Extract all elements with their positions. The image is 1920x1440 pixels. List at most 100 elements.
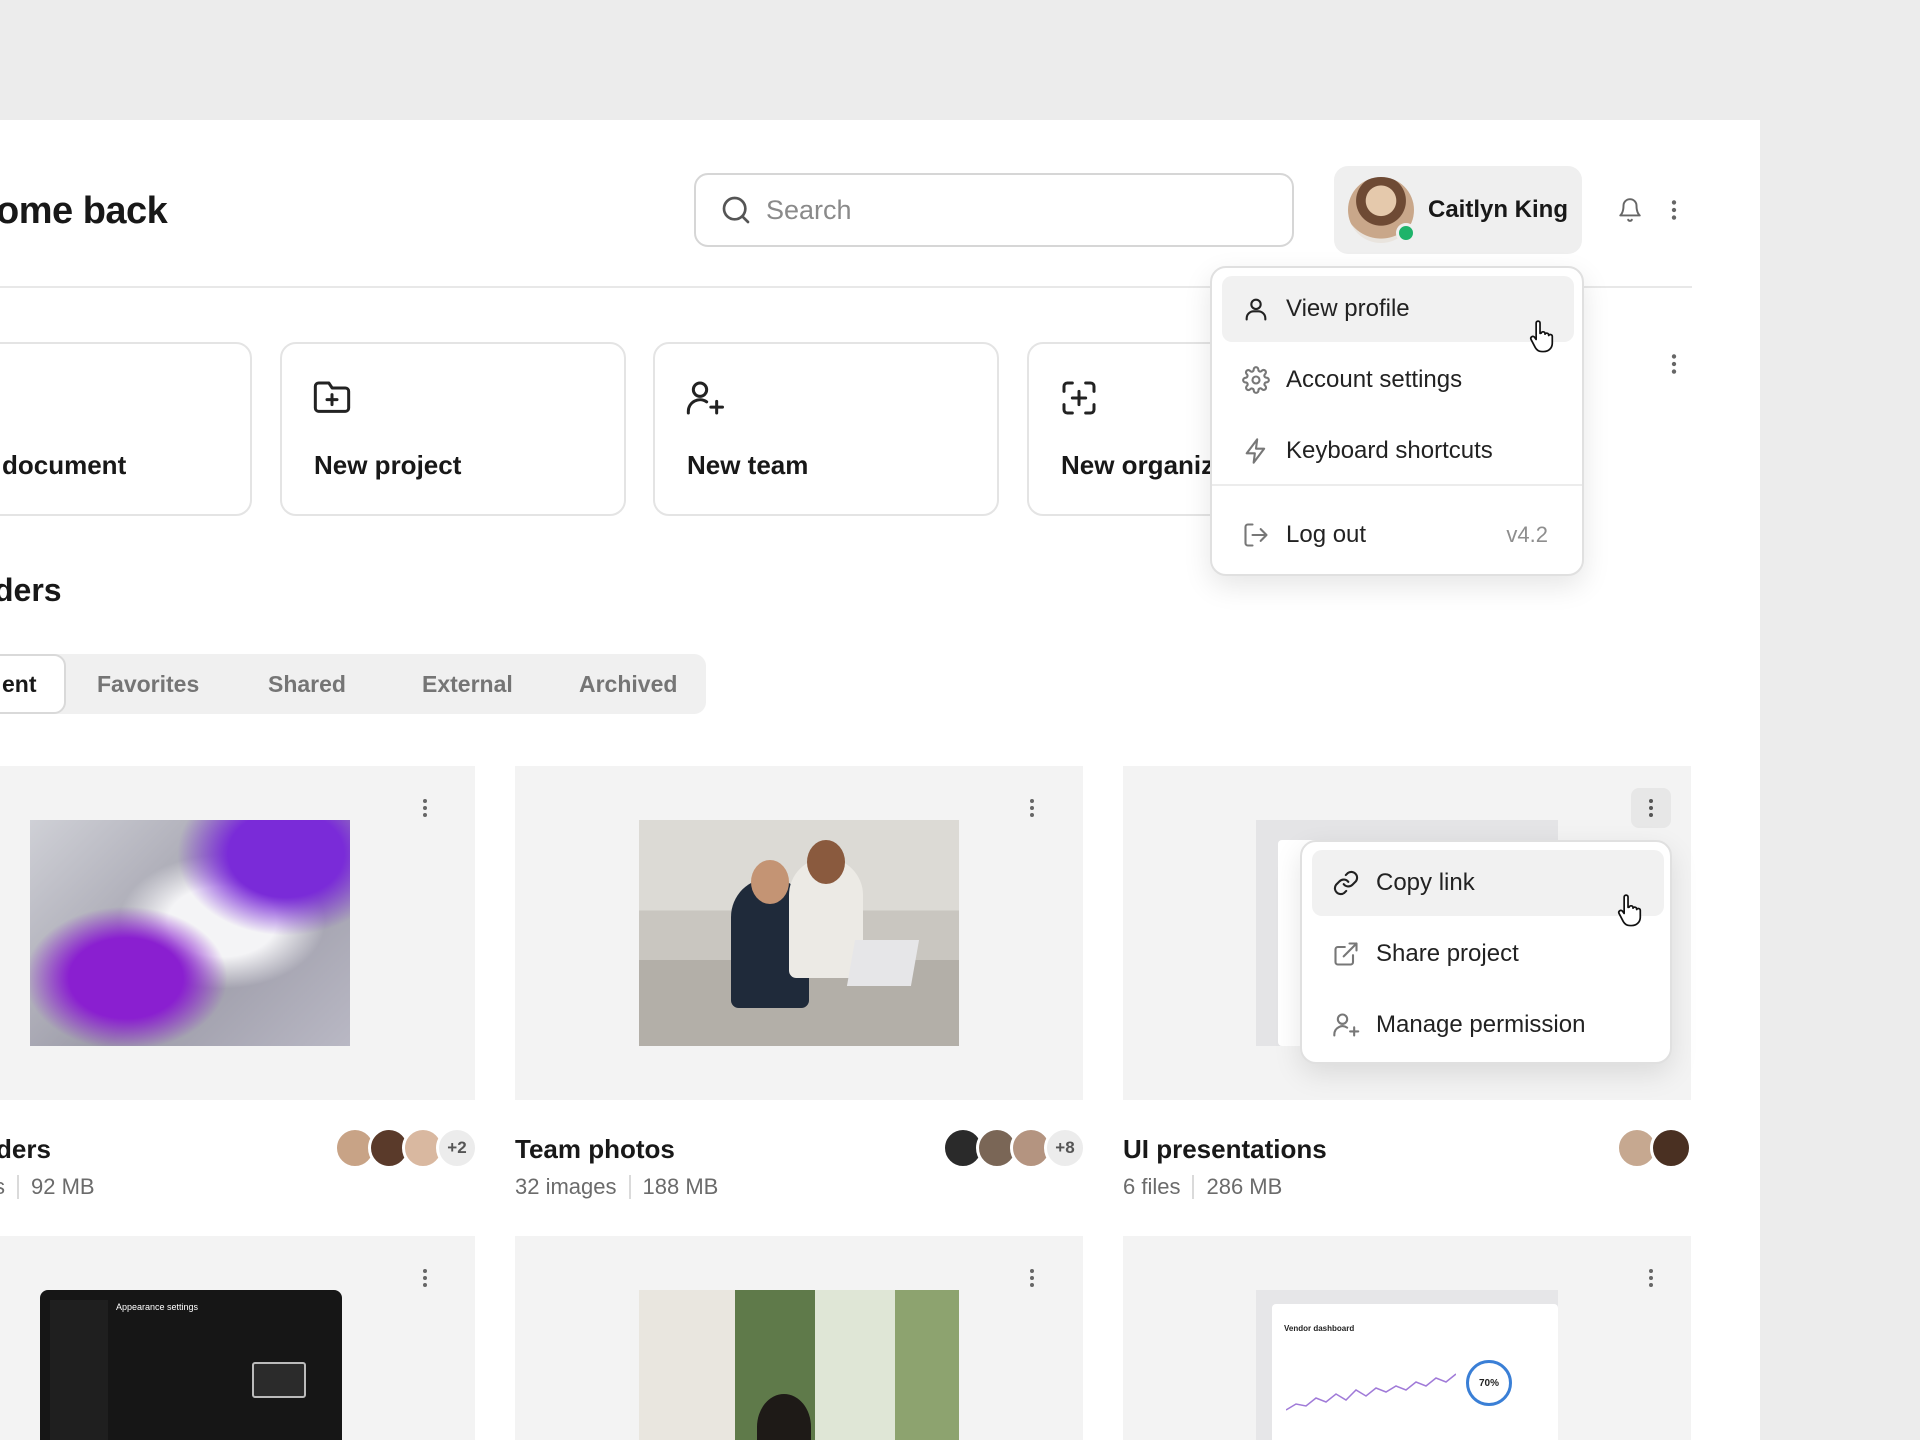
version-label: v4.2 (1506, 522, 1548, 547)
hand-cursor-icon (1617, 894, 1642, 927)
more-members-badge: +2 (436, 1127, 478, 1169)
menu-item-view-profile[interactable]: View profile (1222, 276, 1574, 342)
search-placeholder: Search (766, 194, 852, 225)
vertical-dots-icon (423, 1269, 427, 1287)
vertical-dots-icon (1030, 799, 1034, 817)
hand-cursor-icon (1529, 320, 1554, 353)
user-menu-button[interactable]: Caitlyn King (1334, 166, 1582, 254)
tab-archived[interactable]: Archived (579, 654, 677, 714)
search-icon (722, 196, 750, 224)
quick-action-label: New organiz (1061, 450, 1215, 480)
menu-item-account-settings[interactable]: Account settings (1222, 347, 1574, 413)
settings-thumbnail: Appearance settings (40, 1290, 342, 1440)
menu-item-label: Account settings (1286, 366, 1463, 393)
online-status-dot (1396, 223, 1416, 243)
main-panel: ome back Search Caitlyn King document Ne… (0, 120, 1760, 1440)
tab-favorites[interactable]: Favorites (97, 654, 199, 714)
folder-card[interactable] (515, 766, 1083, 1100)
user-plus-icon (1333, 1013, 1360, 1037)
folder-count: s (0, 1174, 5, 1200)
quick-action-label: New project (314, 450, 462, 480)
section-title: ders (0, 572, 62, 608)
folder-more-button[interactable] (405, 1258, 445, 1298)
folder-meta: 6 files 286 MB (1123, 1174, 1282, 1200)
folder-title: Team photos (515, 1134, 675, 1164)
tab-external[interactable]: External (422, 654, 513, 714)
quick-actions-more-button[interactable] (1656, 346, 1692, 382)
folder-meta: s 92 MB (0, 1174, 95, 1200)
vertical-dots-icon (1649, 799, 1653, 817)
folder-count: 6 files (1123, 1174, 1181, 1199)
link-icon (1333, 870, 1359, 896)
line-chart-icon (1286, 1373, 1456, 1411)
search-input[interactable]: Search (694, 173, 1294, 247)
logout-icon (1244, 523, 1268, 547)
thumbnail-text: Vendor dashboard (1284, 1324, 1355, 1333)
header-more-button[interactable] (1656, 192, 1692, 228)
folder-card[interactable]: Appearance settings (0, 1236, 475, 1440)
menu-item-keyboard-shortcuts[interactable]: Keyboard shortcuts (1222, 418, 1574, 484)
tab-recent[interactable]: ent (0, 654, 66, 714)
folder-title: UI presentations (1123, 1134, 1327, 1164)
menu-item-label: View profile (1286, 295, 1410, 322)
folder-more-button[interactable] (1631, 1258, 1671, 1298)
page-title: ome back (0, 190, 168, 232)
menu-item-manage-permission[interactable]: Manage permission (1312, 992, 1664, 1058)
menu-item-label: Copy link (1376, 869, 1475, 896)
user-icon (1245, 298, 1267, 321)
vertical-dots-icon (1649, 1269, 1653, 1287)
user-name: Caitlyn King (1428, 196, 1569, 223)
folder-size: 92 MB (31, 1174, 95, 1199)
folder-card[interactable] (0, 766, 475, 1100)
dashboard-thumbnail: Vendor dashboard 70% (1256, 1290, 1558, 1440)
quick-action-new-project[interactable]: New project (280, 342, 626, 516)
lightning-icon (1245, 438, 1266, 464)
folder-context-menu: Copy link Share project Manage permissio… (1300, 840, 1672, 1064)
more-members-badge: +8 (1044, 1127, 1086, 1169)
quick-action-new-team[interactable]: New team (653, 342, 999, 516)
folder-card[interactable] (515, 1236, 1083, 1440)
folder-count: 32 images (515, 1174, 617, 1199)
menu-item-share-project[interactable]: Share project (1312, 921, 1664, 987)
vertical-dots-icon (1671, 354, 1677, 374)
menu-item-label: Share project (1376, 940, 1519, 967)
progress-ring: 70% (1466, 1360, 1512, 1406)
folder-size: 188 MB (642, 1174, 719, 1199)
folder-title: ders (0, 1134, 51, 1164)
vertical-dots-icon (1030, 1269, 1034, 1287)
folder-card[interactable]: Vendor dashboard 70% (1123, 1236, 1691, 1440)
avatar-group: +2 (334, 1127, 478, 1169)
scan-plus-icon (1062, 381, 1096, 415)
tab-shared[interactable]: Shared (268, 654, 346, 714)
external-link-icon (1334, 942, 1358, 966)
bell-icon (1619, 198, 1641, 222)
menu-item-log-out[interactable]: Log out v4.2 (1222, 502, 1574, 568)
folder-size: 286 MB (1206, 1174, 1283, 1199)
notifications-button[interactable] (1612, 192, 1648, 228)
folder-more-button[interactable] (1012, 788, 1052, 828)
folder-meta: 32 images 188 MB (515, 1174, 718, 1200)
menu-item-copy-link[interactable]: Copy link (1312, 850, 1664, 916)
abstract-image (30, 820, 350, 1046)
user-plus-icon (686, 381, 724, 415)
avatar (1650, 1127, 1692, 1169)
menu-item-label: Manage permission (1376, 1011, 1586, 1038)
plants-photo-image (639, 1290, 959, 1440)
avatar-group: +8 (942, 1127, 1086, 1169)
quick-action-label: document (2, 450, 127, 480)
quick-action-new-document[interactable]: document (0, 342, 252, 516)
folder-more-button[interactable] (405, 788, 445, 828)
menu-item-label: Log out (1286, 521, 1367, 548)
thumbnail-text: Appearance settings (116, 1302, 199, 1312)
folder-more-button[interactable] (1631, 788, 1671, 828)
profile-dropdown-menu: View profile Account settings Keyboard s… (1210, 266, 1584, 576)
menu-item-label: Keyboard shortcuts (1286, 437, 1493, 464)
menu-divider (1212, 484, 1582, 486)
folder-plus-icon (313, 381, 351, 413)
folder-more-button[interactable] (1012, 1258, 1052, 1298)
team-photo-image (639, 820, 959, 1046)
vertical-dots-icon (423, 799, 427, 817)
vertical-dots-icon (1671, 200, 1677, 220)
gear-icon (1242, 366, 1270, 394)
folder-tabs: ent Favorites Shared External Archived (0, 654, 706, 714)
